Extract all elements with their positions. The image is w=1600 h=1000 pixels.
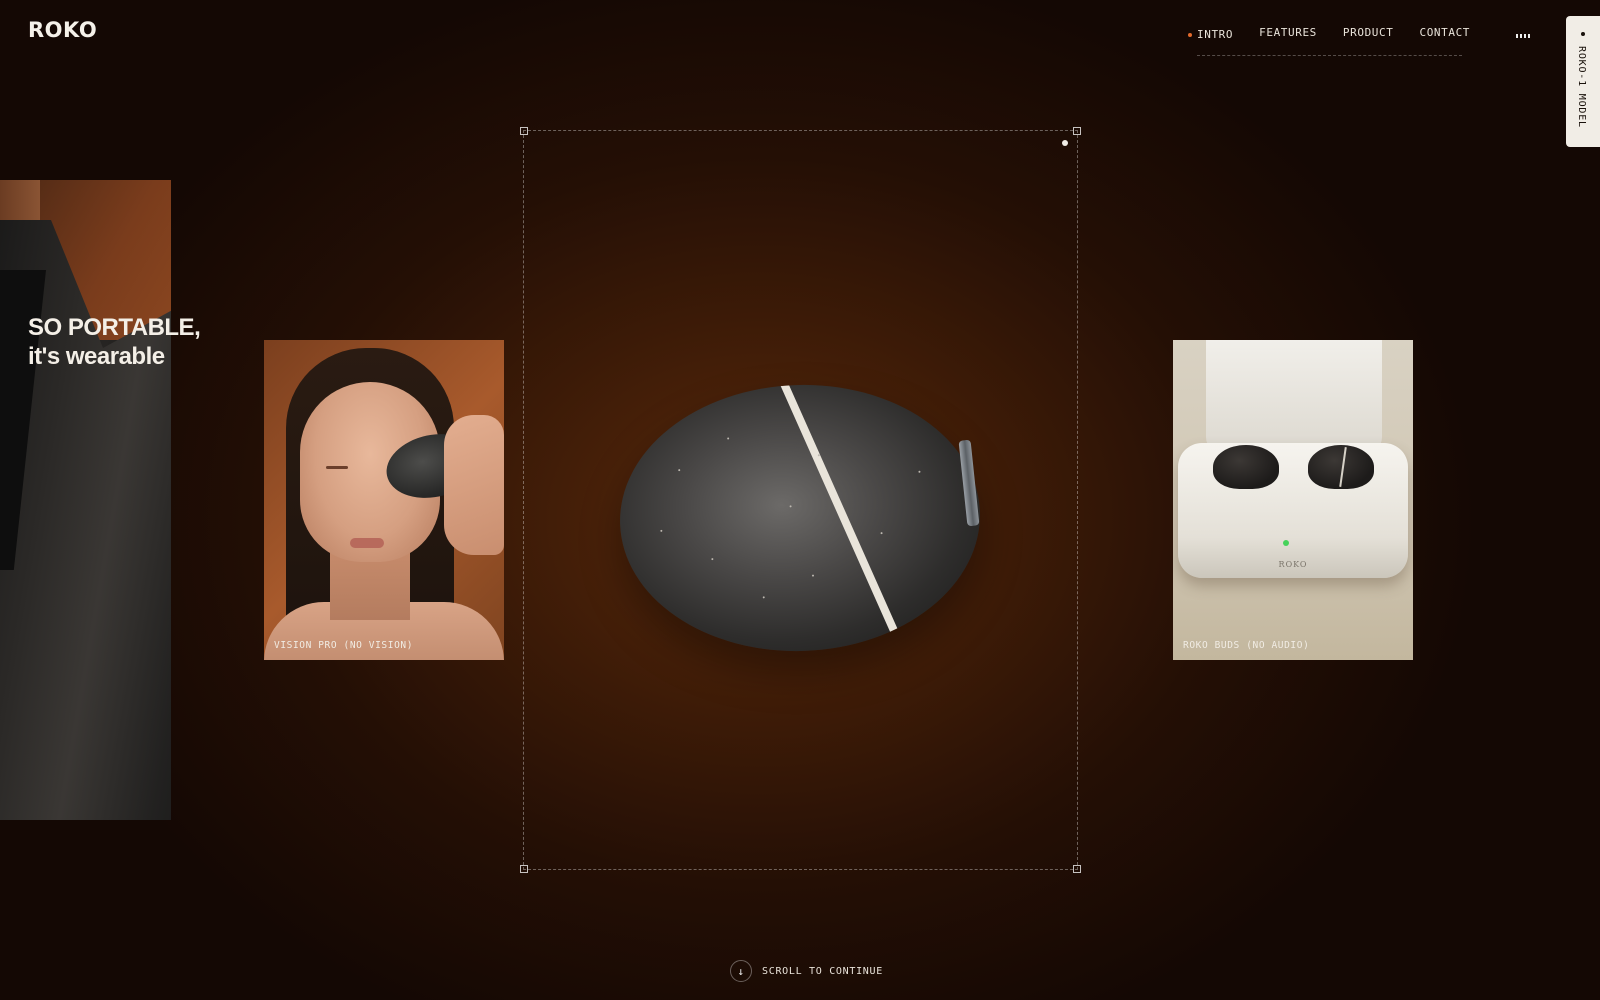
logo[interactable]: ROKO [28, 18, 97, 42]
headline-line-1: SO PORTABLE, [28, 314, 201, 341]
status-led-icon [1283, 540, 1289, 546]
bud-left [1213, 445, 1279, 489]
frame-dot-icon [1062, 140, 1068, 146]
case-brand-mark: ROKO [1278, 560, 1308, 569]
frame-corner-handle [520, 127, 528, 135]
headline-line-2: it's wearable [28, 343, 165, 370]
model-side-tab[interactable]: ROKO-1 MODEL [1566, 16, 1600, 147]
scroll-to-continue[interactable]: ↓ SCROLL TO CONTINUE [730, 960, 883, 982]
buds-card-caption: ROKO BUDS (NO AUDIO) [1183, 640, 1310, 651]
menu-dots-icon[interactable] [1516, 30, 1532, 38]
frame-corner-handle [1073, 127, 1081, 135]
nav-item-contact[interactable]: CONTACT [1419, 26, 1470, 41]
side-tab-label: ROKO-1 MODEL [1576, 46, 1587, 128]
hero-headline: SO PORTABLE, it's wearable [28, 313, 201, 371]
nav-item-product[interactable]: PRODUCT [1343, 26, 1394, 41]
main-nav: INTRO FEATURES PRODUCT CONTACT [1188, 26, 1470, 41]
tab-dot-icon [1581, 32, 1585, 36]
bud-right [1308, 445, 1374, 489]
buds-card[interactable]: ROKO ROKO BUDS (NO AUDIO) [1173, 340, 1413, 660]
nav-item-features[interactable]: FEATURES [1259, 26, 1317, 41]
vision-card[interactable]: VISION PRO (NO VISION) [264, 340, 504, 660]
vision-card-caption: VISION PRO (NO VISION) [274, 640, 414, 651]
arrow-down-icon: ↓ [730, 960, 752, 982]
nav-item-intro[interactable]: INTRO [1188, 28, 1233, 41]
model-photo-coat [0, 180, 171, 820]
nav-divider [1197, 55, 1462, 56]
frame-corner-handle [1073, 865, 1081, 873]
scroll-label: SCROLL TO CONTINUE [762, 965, 883, 977]
frame-corner-handle [520, 865, 528, 873]
